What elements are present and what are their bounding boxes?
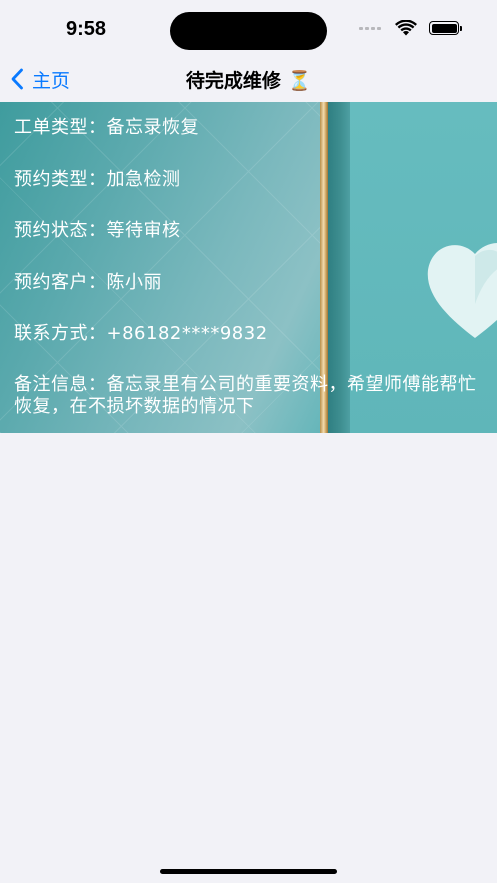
repair-order-card: 工单类型：备忘录恢复 预约类型：加急检测 预约状态：等待审核 预约客户：陈小丽 … — [0, 102, 497, 433]
cellular-signal-icon — [359, 26, 381, 30]
info-row-customer: 预约客户：陈小丽 — [14, 271, 484, 295]
battery-icon — [429, 21, 462, 35]
info-label: 预约客户： — [14, 271, 107, 293]
info-row-appointment-status: 预约状态：等待审核 — [14, 219, 484, 243]
info-value: 等待审核 — [106, 220, 181, 241]
dynamic-island — [170, 12, 327, 50]
info-label: 备注信息： — [14, 373, 107, 395]
info-row-contact: 联系方式：+86182****9832 — [14, 322, 484, 346]
info-row-order-type: 工单类型：备忘录恢复 — [14, 116, 484, 140]
info-label: 预约类型： — [14, 168, 107, 190]
status-bar: 9:58 — [0, 0, 497, 58]
info-value: 陈小丽 — [106, 271, 162, 293]
info-row-notes: 备注信息：备忘录里有公司的重要资料，希望师傅能帮忙恢复，在不损坏数据的情况下 — [14, 374, 484, 418]
info-value: 加急检测 — [106, 168, 181, 190]
info-value: +86182****9832 — [106, 323, 268, 344]
info-label: 联系方式： — [14, 323, 107, 344]
info-label: 预约状态： — [14, 220, 107, 241]
home-indicator[interactable] — [160, 869, 337, 874]
info-value: 备忘录恢复 — [106, 117, 199, 138]
wifi-icon — [395, 20, 417, 36]
status-time: 9:58 — [66, 18, 107, 40]
order-info-list: 工单类型：备忘录恢复 预约类型：加急检测 预约状态：等待审核 预约客户：陈小丽 … — [14, 116, 484, 418]
info-label: 工单类型： — [14, 117, 107, 138]
status-icons — [359, 20, 462, 36]
page-title: 待完成维修 ⏳ — [185, 70, 312, 92]
navigation-bar: 主页 待完成维修 ⏳ — [0, 58, 497, 102]
info-row-appointment-type: 预约类型：加急检测 — [14, 168, 484, 192]
